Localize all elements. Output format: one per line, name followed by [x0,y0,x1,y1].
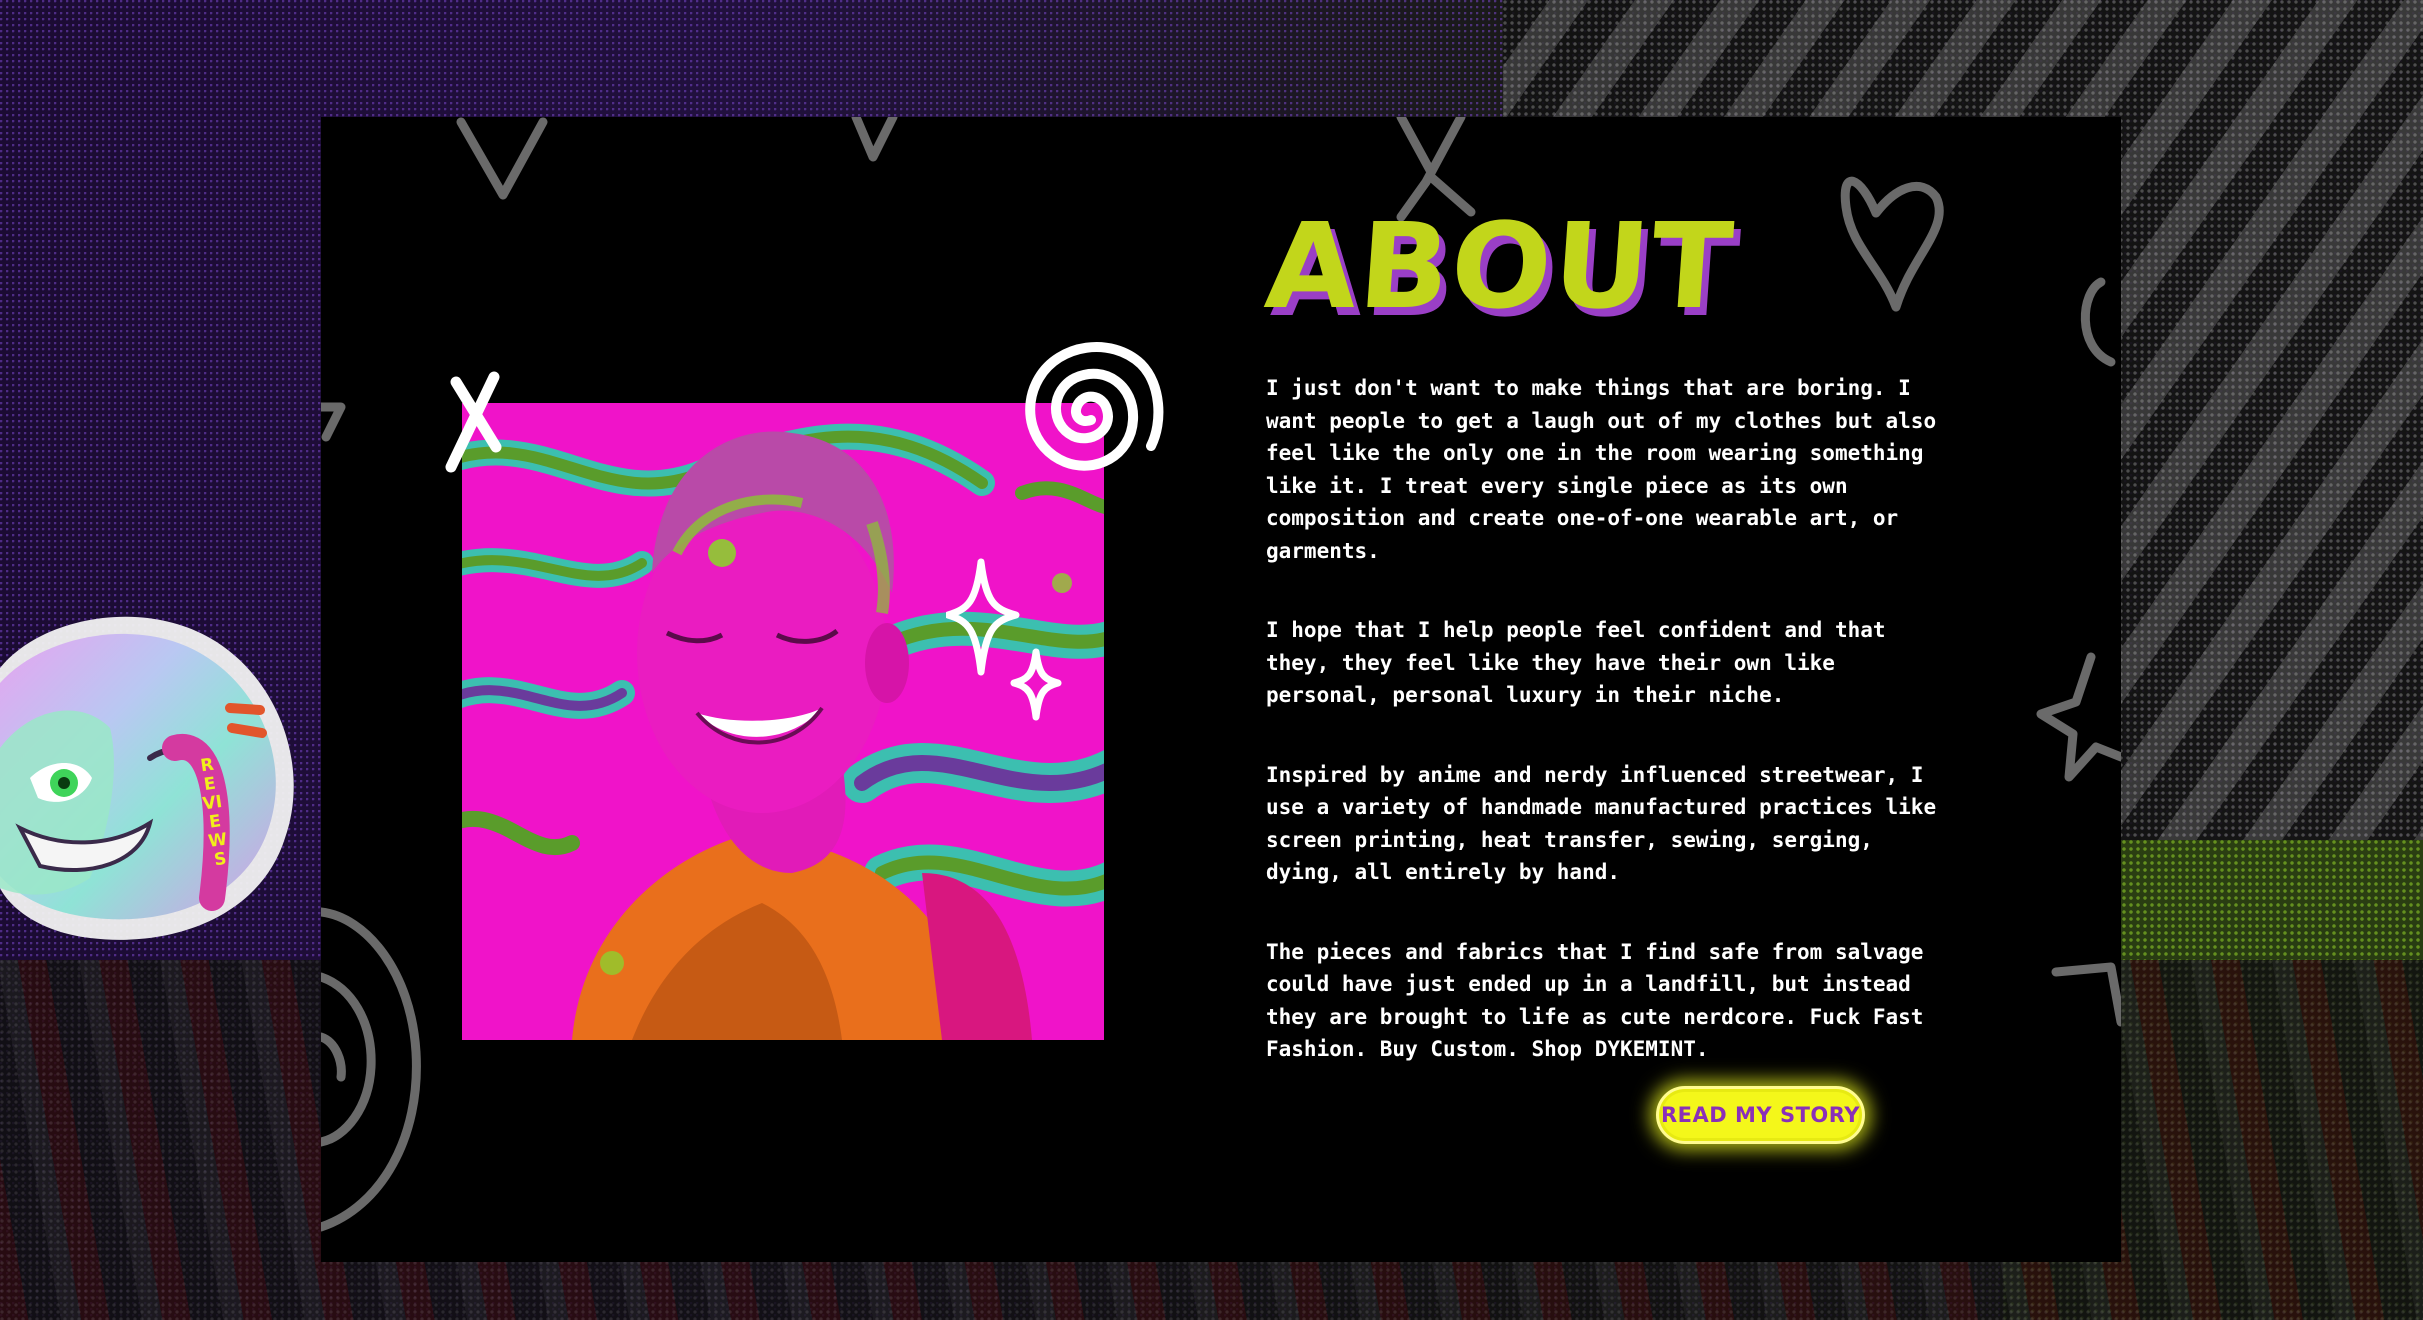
about-section: ABOUT I just don't want to make things t… [321,117,2121,1262]
about-paragraph: Inspired by anime and nerdy influenced s… [1266,762,1937,885]
sparkle-icon [946,558,1062,721]
reviews-badge[interactable]: REVIEWS [0,598,300,958]
read-my-story-button[interactable]: READ MY STORY [1656,1086,1865,1144]
spiral-doodle-icon [1025,342,1164,471]
reviews-mascot-icon [0,616,294,940]
x-doodle-icon [445,371,502,473]
about-copy: I just don't want to make things that ar… [1266,372,1946,1113]
about-paragraph: I hope that I help people feel confident… [1266,618,1886,707]
about-paragraph: The pieces and fabrics that I find safe … [1266,939,1924,1062]
page-title: ABOUT [1261,197,1739,335]
about-paragraph: I just don't want to make things that ar… [1266,376,1937,563]
